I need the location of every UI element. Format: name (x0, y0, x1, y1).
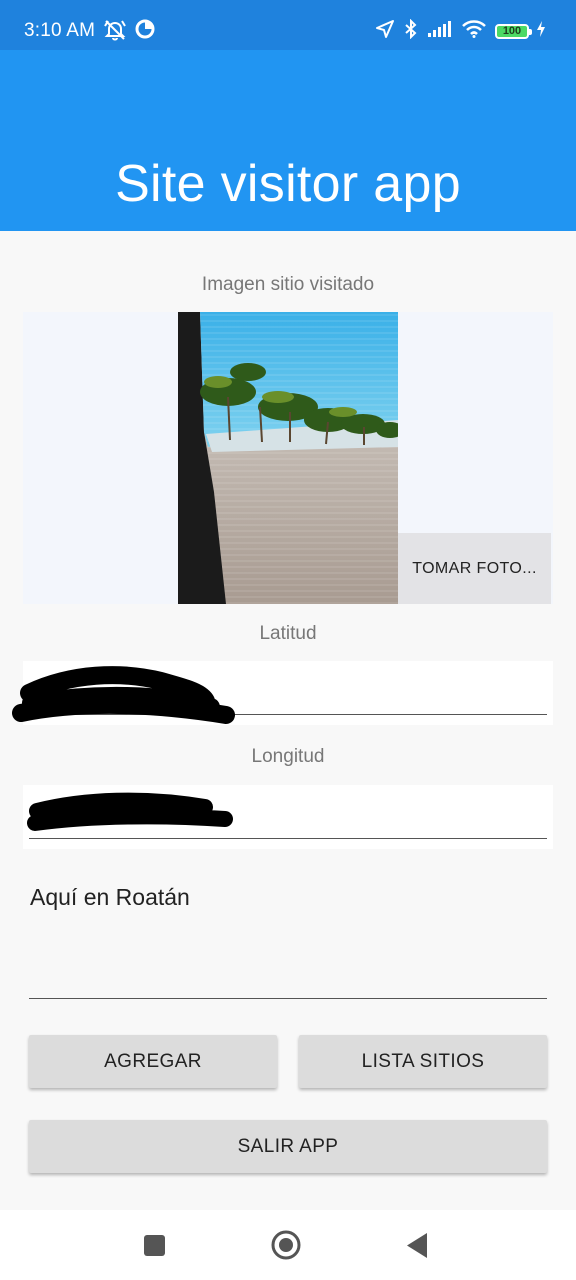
redaction-scribble (27, 792, 233, 831)
latitude-input[interactable]: 7 (12, 661, 553, 725)
app-title: Site visitor app (115, 155, 461, 213)
home-circle-icon[interactable] (270, 1229, 302, 1266)
recents-square-icon[interactable] (143, 1234, 166, 1262)
signal-icon (427, 20, 453, 43)
navigation-bar (0, 1210, 576, 1280)
redaction-scribble (12, 666, 235, 724)
battery-icon: 100 (495, 24, 532, 39)
longitude-label: Longitud (251, 746, 325, 767)
charging-icon (536, 20, 546, 43)
status-time: 3:10 AM (24, 20, 96, 41)
status-bar: 3:10 AM 100 (0, 0, 576, 50)
take-photo-button[interactable]: TOMAR FOTO... (398, 533, 551, 604)
exit-app-button[interactable]: SALIR APP (29, 1120, 547, 1173)
latitude-label: Latitud (259, 623, 317, 644)
data-saver-icon (134, 18, 156, 47)
wifi-icon (462, 20, 486, 43)
add-button[interactable]: AGREGAR (29, 1035, 277, 1088)
back-triangle-icon[interactable] (405, 1232, 429, 1264)
image-label: Imagen sitio visitado (201, 274, 375, 295)
app-bar: Site visitor app (0, 50, 576, 231)
list-sites-button[interactable]: LISTA SITIOS (299, 1035, 547, 1088)
longitude-input[interactable] (23, 785, 553, 849)
photo-container: TOMAR FOTO... (23, 312, 553, 604)
alarm-off-icon (104, 18, 126, 47)
description-input[interactable]: Aquí en Roatán (30, 884, 190, 911)
location-icon (375, 19, 395, 44)
description-underline (29, 998, 547, 999)
site-photo (178, 312, 398, 604)
bluetooth-icon (404, 18, 418, 44)
